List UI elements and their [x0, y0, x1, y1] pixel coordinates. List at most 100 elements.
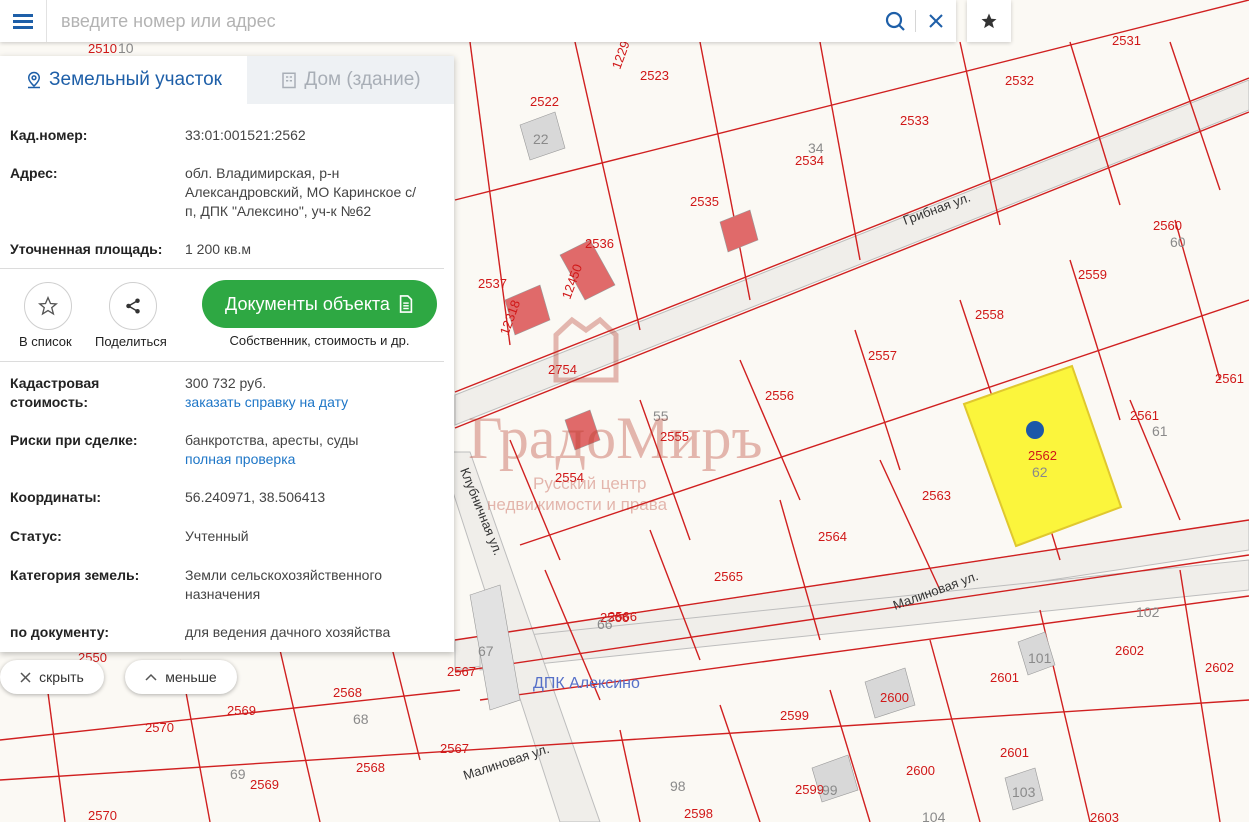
plot-label: 2568 [356, 760, 385, 775]
label-line: стоимость: [10, 394, 89, 410]
building-icon [282, 72, 297, 89]
watermark-line1: Русский центр [533, 474, 646, 493]
plot-label: 2533 [900, 113, 929, 128]
search-icon [885, 11, 905, 31]
plot-label: 2603 [1090, 810, 1119, 822]
house-number: 98 [670, 778, 686, 794]
tabs: Земельный участок Дом (здание) [0, 56, 454, 104]
add-to-list-label: В список [19, 334, 72, 349]
hide-label: скрыть [39, 669, 84, 685]
plot-label: 2559 [1078, 267, 1107, 282]
category-label: Категория земель: [10, 567, 140, 583]
menu-button[interactable] [0, 0, 47, 42]
hamburger-icon [13, 14, 33, 29]
chevron-up-icon [145, 673, 157, 681]
house-number: 67 [478, 643, 494, 659]
location-marker[interactable] [1026, 421, 1044, 439]
address-line: Александровский, МО Каринское с/ [185, 184, 417, 200]
category-line: Земли сельскохозяйственного [185, 567, 383, 583]
risks-text: банкротства, аресты, суды [185, 432, 359, 448]
tab-land-plot[interactable]: Земельный участок [0, 56, 247, 104]
plot-label: 2567 [447, 664, 476, 679]
plot-label: 2602 [1205, 660, 1234, 675]
coords-label: Координаты: [10, 489, 102, 505]
cadastral-value: 300 732 руб. заказать справку на дату [185, 374, 440, 412]
star-icon [981, 13, 997, 29]
status-value: Учтенный [185, 528, 249, 544]
plot-label: 2565 [714, 569, 743, 584]
house-number: 61 [1152, 423, 1168, 439]
plot-label: 2557 [868, 348, 897, 363]
tab-label: Земельный участок [49, 69, 222, 90]
search-bar [0, 0, 956, 42]
cad-number-label: Кад.номер: [10, 127, 88, 143]
house-number: 68 [353, 711, 369, 727]
documents-button[interactable]: Документы объекта [202, 280, 437, 328]
order-certificate-link[interactable]: заказать справку на дату [185, 393, 440, 412]
tab-label: Дом (здание) [304, 69, 421, 90]
watermark-line2: недвижимости и права [487, 495, 668, 514]
plot-label: 2523 [640, 68, 669, 83]
share-icon [126, 298, 140, 314]
house-number: 101 [1028, 650, 1052, 666]
house-number: 99 [822, 782, 838, 798]
area-value: 1 200 кв.м [185, 241, 252, 257]
documents-button-label: Документы объекта [225, 293, 390, 314]
status-label: Статус: [10, 528, 62, 544]
plot-label: 2556 [765, 388, 794, 403]
area-label: ДПК Алексино [533, 675, 640, 692]
address-line: обл. Владимирская, р-н [185, 165, 340, 181]
share-button[interactable] [109, 282, 157, 330]
tab-building[interactable]: Дом (здание) [247, 56, 454, 104]
info-panel: Земельный участок Дом (здание) Кад.номер… [0, 56, 454, 652]
plot-label: 2601 [990, 670, 1019, 685]
star-outline-icon [38, 296, 58, 316]
add-to-list-button[interactable] [24, 282, 72, 330]
plot-label: 2561 [1215, 371, 1244, 386]
risks-value: банкротства, аресты, суды полная проверк… [185, 431, 440, 469]
full-check-link[interactable]: полная проверка [185, 450, 440, 469]
plot-label: 2601 [1000, 745, 1029, 760]
plot-label: 2570 [88, 808, 117, 822]
house-number: 10 [118, 40, 134, 56]
cadastral-value-label: Кадастровая стоимость: [10, 374, 175, 412]
by-document-label: по документу: [10, 624, 110, 640]
house-number: 104 [922, 809, 946, 822]
plot-label: 2522 [530, 94, 559, 109]
category-line: назначения [185, 586, 261, 602]
address-line: п, ДПК "Алексино", уч-к №62 [185, 203, 372, 219]
area-label: Уточненная площадь: [10, 241, 163, 257]
divider [0, 361, 444, 362]
favorites-button[interactable] [967, 0, 1011, 42]
hide-button[interactable]: скрыть [0, 660, 104, 694]
plot-label: 2560 [1153, 218, 1182, 233]
plot-label: 2563 [922, 488, 951, 503]
address-label: Адрес: [10, 165, 58, 181]
clear-button[interactable] [916, 0, 956, 42]
plot-label: 2569 [227, 703, 256, 718]
search-button[interactable] [875, 0, 915, 42]
plot-label: 2570 [145, 720, 174, 735]
plot-label: 2599 [780, 708, 809, 723]
plot-label: 2537 [478, 276, 507, 291]
less-button[interactable]: меньше [125, 660, 237, 694]
house-number: 69 [230, 766, 246, 782]
plot-label: 2754 [548, 362, 577, 377]
house-number: 22 [533, 131, 549, 147]
cad-number-value[interactable]: 33:01:001521:2562 [185, 126, 440, 145]
map-pin-icon [28, 71, 41, 89]
divider [0, 268, 444, 269]
coords-value: 56.240971, 38.506413 [185, 489, 326, 505]
search-input[interactable] [47, 9, 875, 33]
plot-label: 2531 [1112, 33, 1141, 48]
plot-label: 2558 [975, 307, 1004, 322]
document-icon [399, 295, 413, 313]
plot-label: 2535 [690, 194, 719, 209]
plot-label: 2532 [1005, 73, 1034, 88]
plot-label: 2510 [88, 41, 117, 56]
plot-label: 2567 [440, 741, 469, 756]
plot-label: 2602 [1115, 643, 1144, 658]
plot-label: 2600 [906, 763, 935, 778]
plot-label: 2599 [795, 782, 824, 797]
watermark-brand: ГрадоМиръ [468, 405, 763, 471]
